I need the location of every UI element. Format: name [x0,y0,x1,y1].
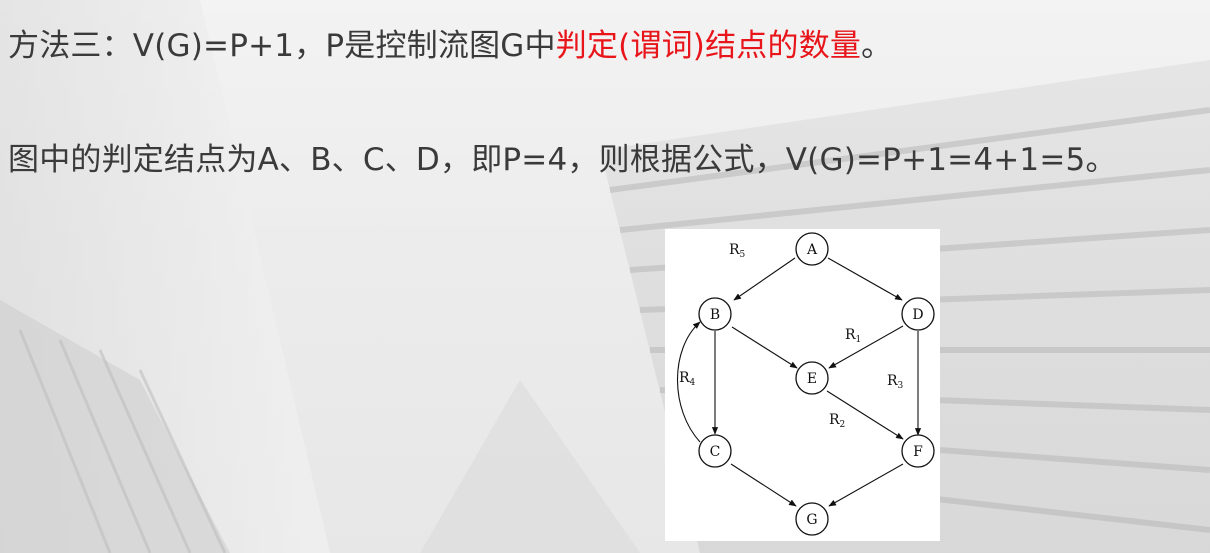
edge-b-e [731,326,798,369]
calculation-line: 图中的判定结点为A、B、C、D，即P=4，则根据公式，V(G)=P+1=4+1=… [8,142,1117,178]
svg-text:B: B [710,307,720,323]
region-label-r2: R2 [829,412,845,430]
svg-text:E: E [807,371,817,387]
node-g: G [795,502,829,536]
method-three-highlight: 判定(谓词)结点的数量 [555,28,862,64]
node-f: F [901,434,935,468]
node-e: E [795,361,829,395]
svg-text:A: A [806,242,818,258]
svg-text:D: D [912,307,923,323]
node-a: A [795,232,829,266]
svg-text:G: G [806,512,817,528]
method-three-line: 方法三：V(G)=P+1，P是控制流图G中判定(谓词)结点的数量。 [8,20,892,65]
region-label-r5: R5 [729,242,746,260]
method-three-prefix: 方法三：V(G)=P+1，P是控制流图G中 [8,28,556,64]
svg-text:C: C [710,444,721,460]
control-flow-graph: A B D E C F G R1 R2 R3 R4 R5 [665,229,940,541]
edge-a-b [733,257,796,301]
edge-d-e [828,325,904,369]
node-c: C [698,434,732,468]
region-label-r4: R4 [679,370,696,388]
region-label-r1: R1 [845,327,861,345]
node-b: B [698,297,732,331]
edge-a-d [827,257,903,301]
svg-text:F: F [913,444,923,460]
building-background [0,0,1210,553]
node-d: D [901,297,935,331]
edge-c-g [730,463,797,507]
edge-f-g [828,463,904,507]
region-label-r3: R3 [887,373,904,391]
method-three-suffix: 。 [861,28,893,64]
